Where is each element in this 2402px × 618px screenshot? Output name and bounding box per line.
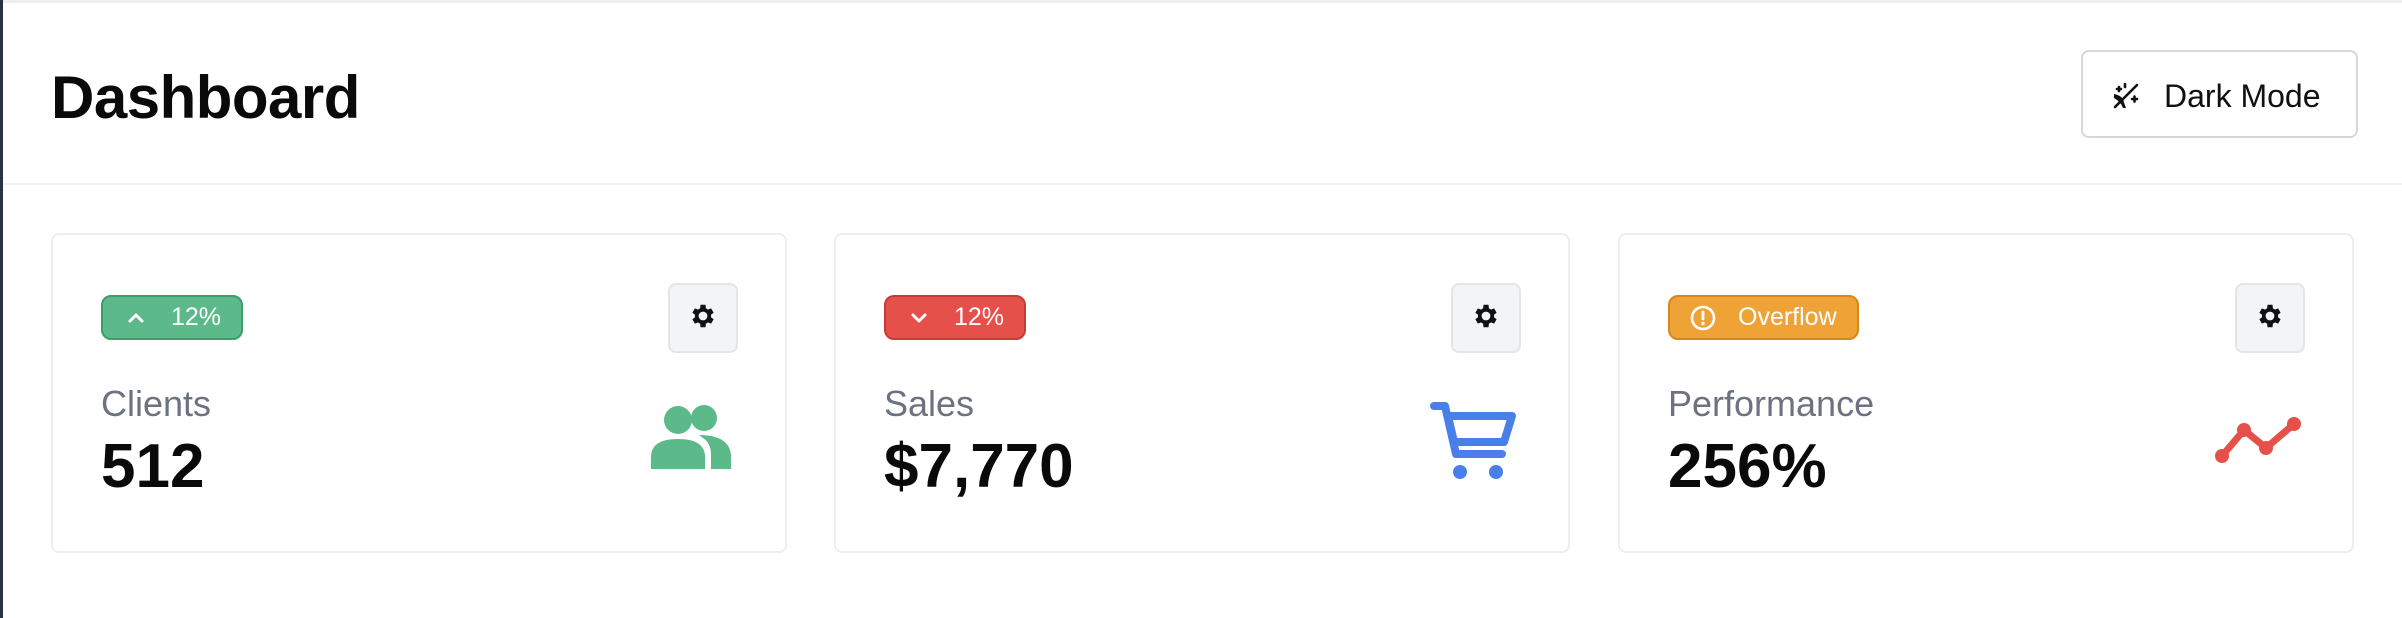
app-frame: Dashboard Dark Mode 12% Clients 512 12% … (0, 0, 2402, 618)
performance-card: Overflow Performance 256% (1618, 233, 2354, 553)
metric-value: $7,770 (884, 432, 1074, 501)
chevron-up-icon (123, 305, 149, 331)
dark-mode-label: Dark Mode (2164, 78, 2321, 114)
badge-text: Overflow (1738, 303, 1837, 331)
metric-label: Sales (884, 383, 975, 424)
card-settings-button[interactable] (2235, 283, 2305, 353)
dark-mode-button[interactable]: Dark Mode (2081, 50, 2358, 138)
users-icon (649, 405, 733, 476)
page-header: Dashboard Dark Mode (3, 3, 2402, 185)
sales-card: 12% Sales $7,770 (834, 233, 1570, 553)
status-badge: Overflow (1668, 295, 1859, 340)
alert-circle-icon (1690, 305, 1716, 331)
gear-icon (1471, 301, 1501, 336)
metric-value: 256% (1668, 432, 1827, 501)
metric-value: 512 (101, 432, 205, 501)
metric-label: Performance (1668, 383, 1875, 424)
chevron-down-icon (906, 305, 932, 331)
gear-icon (2255, 301, 2285, 336)
clients-card: 12% Clients 512 (51, 233, 787, 553)
trend-badge: 12% (884, 295, 1027, 340)
card-settings-button[interactable] (1451, 283, 1521, 353)
metric-label: Clients (101, 383, 212, 424)
badge-text: 12% (954, 303, 1005, 331)
gear-icon (688, 301, 718, 336)
page-title: Dashboard (51, 64, 360, 131)
theme-toggle-icon (2111, 81, 2141, 111)
trending-chart-icon (2214, 412, 2306, 469)
badge-text: 12% (171, 303, 222, 331)
shopping-cart-icon (1430, 398, 1516, 487)
card-settings-button[interactable] (668, 283, 738, 353)
trend-badge: 12% (101, 295, 244, 340)
